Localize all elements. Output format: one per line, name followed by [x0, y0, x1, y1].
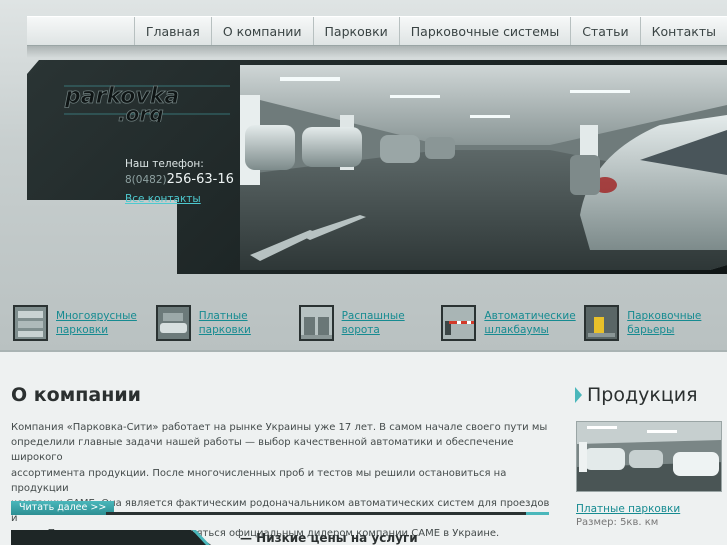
phone-label: Наш телефон:	[125, 158, 204, 170]
nav-item-about[interactable]: О компании	[210, 17, 313, 45]
nav-shadow	[27, 46, 727, 58]
phone-block: Наш телефон: 8(0482)256-63-16 Все контак…	[125, 158, 234, 206]
category-label: Автоматические шлакбаумы	[484, 310, 576, 336]
parking-barriers-thumb-icon	[584, 305, 620, 341]
category-label: Распашные ворота	[341, 310, 405, 336]
products-title: Продукция	[575, 384, 698, 406]
phone-number: 8(0482)256-63-16	[125, 172, 234, 187]
about-title: О компании	[11, 384, 141, 406]
category-automatic-barriers[interactable]: Автоматические шлакбаумы	[441, 303, 584, 343]
header-banner: parkovka .org Наш телефон: 8(0482)256-63…	[27, 60, 727, 274]
arrow-marker-icon	[575, 387, 582, 403]
logo-text-domain: .org	[118, 102, 164, 122]
nav-item-contacts[interactable]: Контакты	[639, 17, 727, 45]
phone-code: 8(0482)	[125, 174, 167, 186]
main-nav: Главная О компании Парковки Парковочные …	[27, 16, 727, 46]
nav-item-articles[interactable]: Статьи	[570, 17, 639, 45]
section-divider	[0, 350, 727, 352]
all-contacts-link[interactable]: Все контакты	[125, 193, 201, 205]
paid-parking-thumb-icon	[155, 305, 191, 341]
read-more-divider	[106, 512, 526, 515]
site-logo[interactable]: parkovka .org	[60, 74, 235, 126]
about-text: Компания «Парковка-Сити» работает на рын…	[11, 422, 550, 540]
category-paid-parking[interactable]: Платные парковки	[155, 303, 299, 343]
product-image[interactable]	[576, 421, 722, 492]
nav-item-home[interactable]: Главная	[133, 17, 211, 45]
product-link-paid-parking[interactable]: Платные парковки	[576, 503, 680, 515]
multilevel-parking-thumb-icon	[13, 305, 48, 341]
category-label: Платные парковки	[198, 310, 251, 336]
low-prices-heading: — Низкие цены на услуги	[240, 531, 418, 545]
category-label: Парковочные барьеры	[627, 310, 702, 336]
nav-item-parking-systems[interactable]: Парковочные системы	[398, 17, 570, 45]
category-swing-gates[interactable]: Распашные ворота	[298, 303, 442, 343]
swing-gates-thumb-icon	[298, 305, 334, 341]
phone-main-number: 256-63-16	[166, 172, 234, 187]
dark-tab	[11, 530, 211, 545]
nav-item-parkings[interactable]: Парковки	[312, 17, 399, 45]
category-parking-barriers[interactable]: Парковочные барьеры	[584, 303, 727, 343]
category-multilevel-parking[interactable]: Многоярусные парковки	[13, 303, 156, 343]
read-more-button[interactable]: Читать далее >>	[11, 501, 115, 515]
product-size: Размер: 5кв. км	[576, 517, 659, 528]
category-label: Многоярусные парковки	[56, 310, 137, 336]
parking-garage-photo	[240, 65, 727, 270]
read-more-bar: Читать далее >>	[11, 501, 549, 515]
barrier-thumb-icon	[441, 305, 477, 341]
category-row: Многоярусные парковки Платные парковки Рас…	[13, 303, 727, 343]
read-more-accent	[526, 512, 549, 515]
